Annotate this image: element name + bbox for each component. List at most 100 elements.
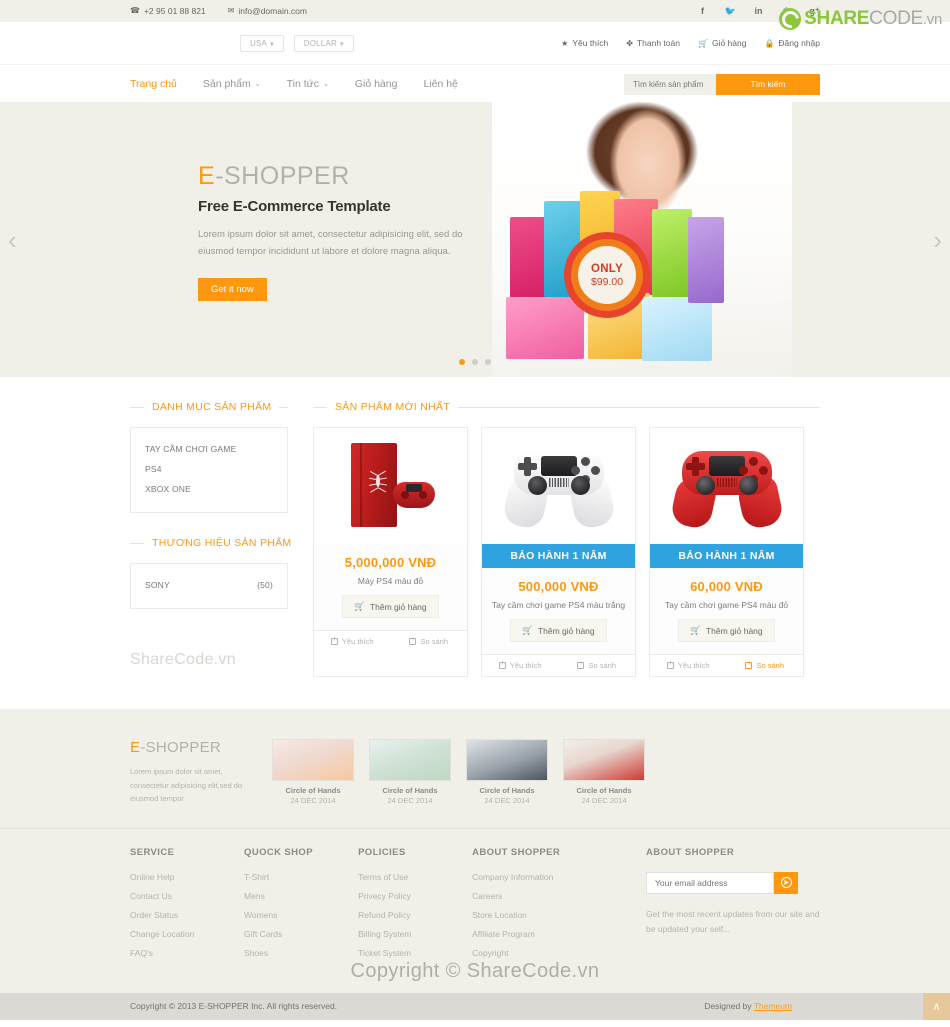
- footer-link[interactable]: Order Status: [130, 910, 244, 920]
- post-item[interactable]: Circle of Hands 24 DEC 2014: [466, 739, 548, 805]
- product-name: Máy PS4 màu đỏ: [357, 576, 424, 586]
- newsletter-submit-button[interactable]: ➤: [774, 871, 799, 894]
- product-price: 5,000,000 VNĐ: [344, 555, 437, 570]
- product-name: Tay cầm chơi game PS4 màu đỏ: [664, 600, 789, 610]
- twitter-icon[interactable]: 🐦: [725, 6, 736, 17]
- footer-link[interactable]: Terms of Use: [358, 872, 472, 882]
- main-menu: Trang chủ Sản phẩm ⌄ Tin tức ⌄ Giỏ hàng …: [130, 78, 458, 90]
- slider-dot-3[interactable]: [485, 359, 491, 365]
- warranty-badge: BẢO HÀNH 1 NĂM: [650, 544, 803, 568]
- brand-item[interactable]: SONY (50): [145, 575, 273, 595]
- product-price: 60,000 VNĐ: [690, 579, 763, 594]
- footer-link[interactable]: Mens: [244, 891, 358, 901]
- themeum-link[interactable]: Themeum: [754, 1001, 792, 1011]
- facebook-icon[interactable]: f: [697, 6, 708, 17]
- product-card[interactable]: BẢO HÀNH 1 NĂM 500,000 VNĐ Tay cầm chơi …: [481, 427, 636, 677]
- search-input[interactable]: [624, 73, 716, 95]
- search-box: Tìm kiếm: [624, 73, 820, 95]
- product-image: [314, 428, 467, 544]
- post-date: 24 DEC 2014: [290, 796, 336, 805]
- product-body: 60,000 VNĐ Tay cầm chơi game PS4 màu đỏ …: [650, 568, 803, 654]
- category-item[interactable]: XBOX ONE: [145, 479, 273, 499]
- slider-dots: [459, 359, 491, 365]
- nav-item-home[interactable]: Trang chủ: [130, 78, 177, 90]
- footer-link[interactable]: Copyright: [472, 948, 646, 958]
- footer-link[interactable]: Careers: [472, 891, 646, 901]
- post-item[interactable]: Circle of Hands 24 DEC 2014: [369, 739, 451, 805]
- cart-icon: 🛒: [697, 38, 708, 48]
- add-to-cart-button[interactable]: 🛒 Thêm giỏ hàng: [510, 619, 607, 642]
- footer-link[interactable]: Ticket System: [358, 948, 472, 958]
- hero-text-block: E-SHOPPER Free E-Commerce Template Lorem…: [198, 162, 488, 302]
- sharecode-vn-text: .vn: [922, 11, 942, 28]
- compare-button[interactable]: So sánh: [727, 655, 804, 676]
- plus-box-icon: [330, 636, 338, 645]
- nav-item-cart[interactable]: Giỏ hàng: [355, 78, 398, 90]
- main-navbar: Trang chủ Sản phẩm ⌄ Tin tức ⌄ Giỏ hàng …: [0, 64, 950, 102]
- email-contact[interactable]: ✉ info@domain.com: [228, 6, 307, 16]
- footer-link[interactable]: T-Shirt: [244, 872, 358, 882]
- add-to-cart-button[interactable]: 🛒 Thêm giỏ hàng: [342, 595, 439, 618]
- category-item[interactable]: TAY CẦM CHƠI GAME: [145, 439, 273, 459]
- newsletter-email-input[interactable]: [646, 871, 775, 894]
- checkout-link[interactable]: ✤ Thanh toán: [626, 38, 680, 48]
- wishlist-button[interactable]: Yêu thích: [650, 655, 727, 676]
- chevron-down-icon: ⌄: [254, 81, 261, 88]
- footer-top: E-SHOPPER Lorem ipsum dolor sit amet, co…: [0, 709, 950, 828]
- nav-item-news[interactable]: Tin tức ⌄: [287, 78, 329, 90]
- hero-cta-button[interactable]: Get it now: [198, 278, 267, 302]
- wishlist-button[interactable]: Yêu thích: [314, 631, 391, 652]
- product-card[interactable]: BẢO HÀNH 1 NĂM 60,000 VNĐ Tay cầm chơi g…: [649, 427, 804, 677]
- footer-link[interactable]: Womens: [244, 910, 358, 920]
- footer-link[interactable]: Change Location: [130, 929, 244, 939]
- linkedin-icon[interactable]: in: [753, 6, 764, 17]
- newsletter-heading: ABOUT SHOPPER: [646, 846, 735, 858]
- slider-dot-2[interactable]: [472, 359, 478, 365]
- compare-button[interactable]: So sánh: [559, 655, 636, 676]
- footer-link[interactable]: Billing System: [358, 929, 472, 939]
- product-card[interactable]: 5,000,000 VNĐ Máy PS4 màu đỏ 🛒 Thêm giỏ …: [313, 427, 468, 677]
- footer-link[interactable]: Gift Cards: [244, 929, 358, 939]
- nav-item-products[interactable]: Sản phẩm ⌄: [203, 78, 261, 90]
- price-badge: ONLY $99.00: [564, 232, 650, 318]
- column-heading: POLICIES: [358, 846, 406, 858]
- footer-link[interactable]: Contact Us: [130, 891, 244, 901]
- column-heading: SERVICE: [130, 846, 175, 858]
- footer-link[interactable]: Company Information: [472, 872, 646, 882]
- compare-button[interactable]: So sánh: [391, 631, 468, 652]
- copyright-bar: Copyright © 2013 E-SHOPPER Inc. All righ…: [0, 992, 950, 1020]
- wishlist-button[interactable]: Yêu thích: [482, 655, 559, 676]
- ps4-controller-red-art: [668, 445, 786, 531]
- search-button[interactable]: Tìm kiếm: [716, 73, 820, 95]
- slider-prev-arrow[interactable]: ‹: [8, 227, 17, 253]
- hero-slider: E-SHOPPER Free E-Commerce Template Lorem…: [0, 102, 950, 377]
- footer-link[interactable]: Online Help: [130, 872, 244, 882]
- cart-icon: 🛒: [354, 601, 365, 611]
- footer-link[interactable]: Refund Policy: [358, 910, 472, 920]
- footer-link[interactable]: Privecy Policy: [358, 891, 472, 901]
- footer-link[interactable]: FAQ's: [130, 948, 244, 958]
- add-to-cart-button[interactable]: 🛒 Thêm giỏ hàng: [678, 619, 775, 642]
- post-item[interactable]: Circle of Hands 24 DEC 2014: [272, 739, 354, 805]
- category-item[interactable]: PS4: [145, 459, 273, 479]
- country-select[interactable]: USA ▾: [240, 34, 284, 52]
- footer-link[interactable]: Affiliate Program: [472, 929, 646, 939]
- cart-link[interactable]: 🛒 Giỏ hàng: [698, 38, 746, 48]
- footer-link[interactable]: Shoes: [244, 948, 358, 958]
- product-grid: 5,000,000 VNĐ Máy PS4 màu đỏ 🛒 Thêm giỏ …: [313, 427, 820, 677]
- categories-title: DANH MỤC SẢN PHẨM: [130, 401, 288, 413]
- post-item[interactable]: Circle of Hands 24 DEC 2014: [563, 739, 645, 805]
- wishlist-link[interactable]: ★ Yêu thích: [561, 38, 608, 48]
- scroll-to-top-button[interactable]: ∧: [923, 992, 950, 1020]
- footer-newsletter: ABOUT SHOPPER ➤ Get the most recent upda…: [646, 847, 820, 967]
- cart-icon: 🛒: [690, 625, 701, 635]
- slider-dot-1[interactable]: [459, 359, 465, 365]
- slider-next-arrow[interactable]: ›: [933, 227, 942, 253]
- nav-item-contact[interactable]: Liên hệ: [423, 78, 457, 90]
- footer-link[interactable]: Store Location: [472, 910, 646, 920]
- chevron-down-icon: ▾: [270, 40, 274, 48]
- login-link[interactable]: 🔒 Đăng nhập: [764, 38, 820, 48]
- currency-select[interactable]: DOLLAR ▾: [293, 34, 354, 52]
- footer-column-service: SERVICE Online Help Contact Us Order Sta…: [130, 847, 244, 967]
- plus-box-icon: [409, 636, 417, 645]
